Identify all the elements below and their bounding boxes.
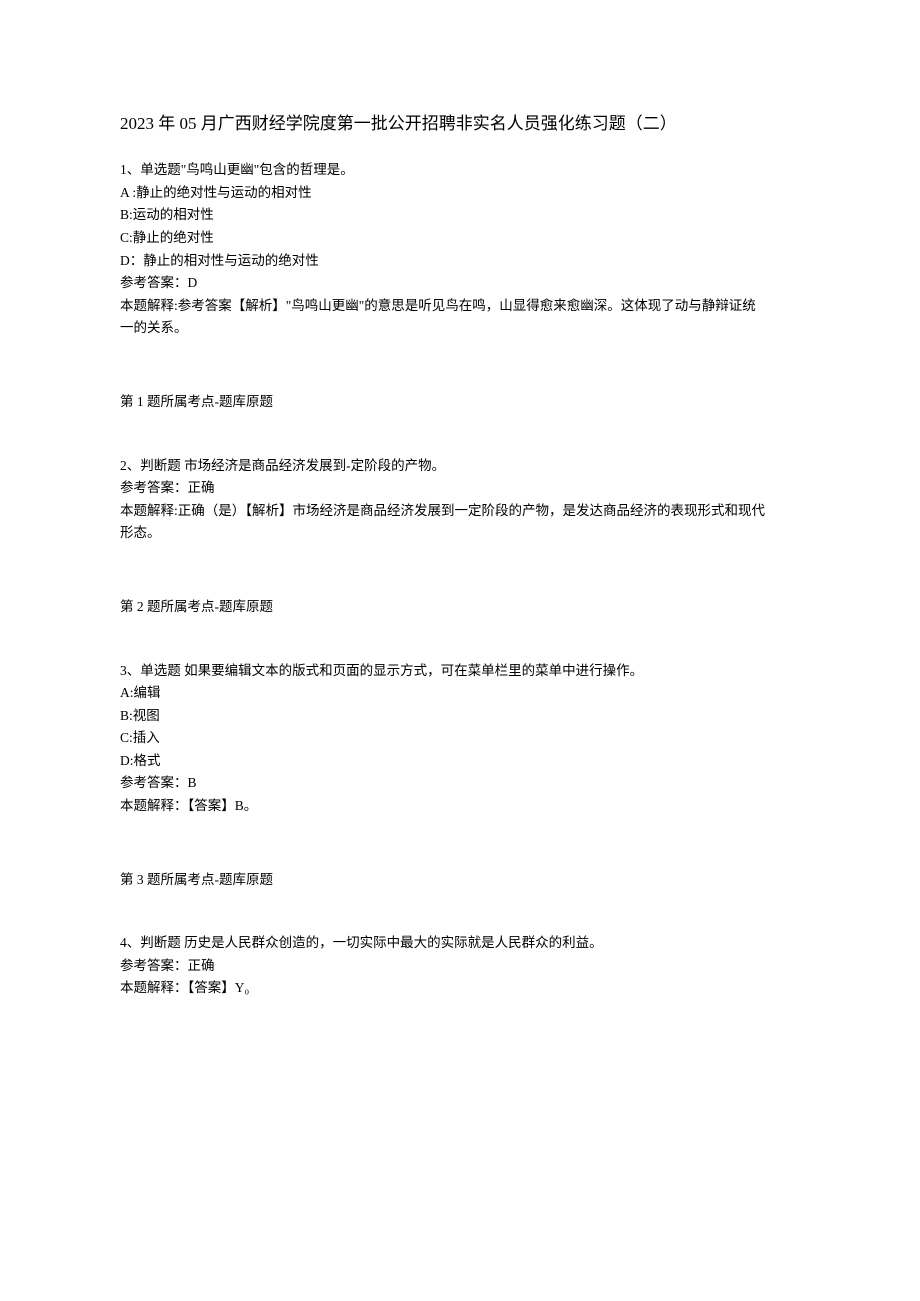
document-title: 2023 年 05 月广西财经学院度第一批公开招聘非实名人员强化练习题（二） [120, 110, 800, 137]
question-2: 2、判断题 市场经济是商品经济发展到-定阶段的产物。 参考答案：正确 本题解释:… [120, 455, 800, 618]
reference-answer: 参考答案：D [120, 272, 800, 294]
explanation-line-1: 本题解释:参考答案【解析】"鸟鸣山更幽"的意思是听见鸟在鸣，山显得愈来愈幽深。这… [120, 295, 800, 317]
question-4: 4、判断题 历史是人民群众创造的，一切实际中最大的实际就是人民群众的利益。 参考… [120, 932, 800, 999]
explanation: 本题解释：【答案】Y₀ [120, 977, 800, 999]
explanation: 本题解释：【答案】B。 [120, 795, 800, 817]
topic-reference: 第 2 题所属考点-题库原题 [120, 596, 800, 618]
option-d: D:格式 [120, 750, 800, 772]
question-stem: 3、单选题 如果要编辑文本的版式和页面的显示方式，可在菜单栏里的菜单中进行操作。 [120, 660, 800, 682]
explanation-line-1: 本题解释:正确（是）【解析】市场经济是商品经济发展到一定阶段的产物，是发达商品经… [120, 500, 800, 522]
option-b: B:视图 [120, 705, 800, 727]
document-page: 2023 年 05 月广西财经学院度第一批公开招聘非实名人员强化练习题（二） 1… [0, 0, 920, 1121]
option-b: B:运动的相对性 [120, 204, 800, 226]
reference-answer: 参考答案：B [120, 772, 800, 794]
option-c: C:插入 [120, 727, 800, 749]
explanation-line-2: 一的关系。 [120, 317, 800, 339]
question-stem: 4、判断题 历史是人民群众创造的，一切实际中最大的实际就是人民群众的利益。 [120, 932, 800, 954]
question-3: 3、单选题 如果要编辑文本的版式和页面的显示方式，可在菜单栏里的菜单中进行操作。… [120, 660, 800, 891]
reference-answer: 参考答案：正确 [120, 955, 800, 977]
topic-reference: 第 3 题所属考点-题库原题 [120, 869, 800, 891]
explanation-line-2: 形态。 [120, 522, 800, 544]
question-stem: 2、判断题 市场经济是商品经济发展到-定阶段的产物。 [120, 455, 800, 477]
topic-reference: 第 1 题所属考点-题库原题 [120, 391, 800, 413]
question-stem: 1、单选题"鸟鸣山更幽"包含的哲理是。 [120, 159, 800, 181]
reference-answer: 参考答案：正确 [120, 477, 800, 499]
question-1: 1、单选题"鸟鸣山更幽"包含的哲理是。 A :静止的绝对性与运动的相对性 B:运… [120, 159, 800, 412]
option-a: A :静止的绝对性与运动的相对性 [120, 182, 800, 204]
option-c: C:静止的绝对性 [120, 227, 800, 249]
option-d: D：静止的相对性与运动的绝对性 [120, 250, 800, 272]
option-a: A:编辑 [120, 682, 800, 704]
